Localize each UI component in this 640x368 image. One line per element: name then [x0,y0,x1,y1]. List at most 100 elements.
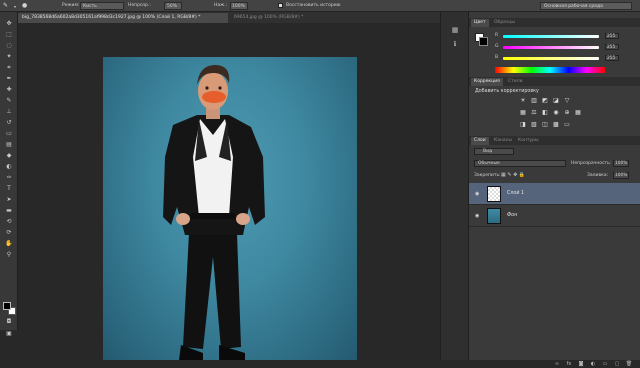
hand-tool-icon[interactable]: ✋ [4,240,14,248]
3d-camera-tool-icon[interactable]: ⟳ [4,229,14,237]
r-value[interactable]: 255 [605,33,619,39]
blend-mode-select[interactable]: Обычные [474,160,566,167]
channel-mixer-icon[interactable]: ⊕ [563,109,571,116]
black-white-icon[interactable]: ◧ [541,109,549,116]
gradient-map-icon[interactable]: ▭ [563,121,571,128]
crop-tool-icon[interactable]: ⌗ [4,64,14,72]
new-group-icon[interactable]: ▭ [601,361,609,368]
g-value[interactable]: 255 [605,44,619,50]
link-layers-icon[interactable]: ∞ [553,361,561,368]
workspace-value: Основная рабочая среда [544,4,603,9]
eye-icon[interactable]: ◉ [475,213,481,219]
healing-tool-icon[interactable]: ✚ [4,86,14,94]
history-label: Восстановить историю [286,3,341,8]
opacity-field[interactable]: 50% [164,2,182,10]
brush-preset-icon[interactable]: ● [22,2,27,9]
tab-layers[interactable]: Слои [471,137,489,145]
tab-label: Коррекция [474,79,500,84]
history-panel-icon[interactable]: ▦ [449,26,461,36]
kind-value: Вид [483,149,493,154]
history-checkbox[interactable] [278,3,283,8]
tab-document-1[interactable]: big_7838568d6a602a8d305161af998d3c1927.j… [18,13,228,23]
brush-tool-icon[interactable]: ✎ [4,97,14,105]
posterize-icon[interactable]: ▧ [530,121,538,128]
document-photo[interactable] [103,57,357,360]
blur-tool-icon[interactable]: ◆ [4,152,14,160]
exposure-icon[interactable]: ◪ [552,97,560,104]
new-adjustment-icon[interactable]: ◐ [589,361,597,368]
b-value[interactable]: 255 [605,55,619,61]
eye-icon[interactable]: ◉ [475,191,481,197]
background-color-preview[interactable] [479,37,488,46]
tab-paths[interactable]: Контуры [515,137,542,145]
opacity-label: Непрозр.: [128,3,151,8]
layer-style-icon[interactable]: fx [565,361,573,368]
new-layer-icon[interactable]: ▢ [613,361,621,368]
fill-label: Заливка: [587,173,609,178]
curves-icon[interactable]: ◩ [541,97,549,104]
layer-name: Слой 1 [507,191,525,196]
g-value-text: 255 [607,45,616,50]
type-tool-icon[interactable]: T [4,185,14,193]
r-slider[interactable] [503,35,599,38]
vibrance-icon[interactable]: ▽ [563,97,571,104]
layer-opacity-field[interactable]: 100% [613,160,629,167]
layer-kind-filter[interactable]: Вид [474,148,514,155]
tools-panel: ✥ ⬚ ◌ ✦ ⌗ ✒ ✚ ✎ ⊥ ↺ ▭ ▤ ◆ ◐ ✑ T ➤ ▬ ⟲ ⟳ … [0,12,18,337]
threshold-icon[interactable]: ◫ [541,121,549,128]
flow-field[interactable]: 100% [230,2,248,10]
foreground-color-swatch[interactable] [3,302,11,310]
eyedropper-tool-icon[interactable]: ✒ [4,75,14,83]
lasso-tool-icon[interactable]: ◌ [4,42,14,50]
clone-stamp-tool-icon[interactable]: ⊥ [4,108,14,116]
quick-mask-icon[interactable]: ◘ [4,318,14,326]
move-tool-icon[interactable]: ✥ [4,20,14,28]
lock-label: Закрепить: [474,173,501,178]
tab-label: Образцы [494,20,515,25]
3d-tool-icon[interactable]: ⟲ [4,218,14,226]
color-lookup-icon[interactable]: ▦ [574,109,582,116]
add-mask-icon[interactable]: ◙ [577,361,585,368]
info-panel-icon[interactable]: ℹ [449,40,461,50]
shape-tool-icon[interactable]: ▬ [4,207,14,215]
pen-tool-icon[interactable]: ✑ [4,174,14,182]
dodge-tool-icon[interactable]: ◐ [4,163,14,171]
layer-row-1[interactable]: ◉ Слой 1 [469,183,640,205]
eraser-tool-icon[interactable]: ▭ [4,130,14,138]
workspace-select[interactable]: Основная рабочая среда [540,2,632,10]
tab-label: Цвет [474,20,486,25]
b-slider[interactable] [503,57,599,60]
marquee-tool-icon[interactable]: ⬚ [4,31,14,39]
selective-color-icon[interactable]: ▩ [552,121,560,128]
history-brush-tool-icon[interactable]: ↺ [4,119,14,127]
options-bar: ✎ ▾ ● Режим: Кисть Непрозр.: 50% Наж.: 1… [0,0,640,12]
path-selection-tool-icon[interactable]: ➤ [4,196,14,204]
screen-mode-icon[interactable]: ▣ [4,330,14,338]
layer-thumbnail [487,186,501,202]
tab-styles[interactable]: Стили [505,78,526,86]
lock-pixels-icon[interactable]: ▦ ✎ ✥ 🔒 [501,172,525,178]
tab-document-2[interactable]: 69654.jpg @ 100% (RGB/8#) * [230,13,340,23]
fill-field[interactable]: 100% [613,172,629,179]
levels-icon[interactable]: ▥ [530,97,538,104]
gradient-tool-icon[interactable]: ▤ [4,141,14,149]
tab-color[interactable]: Цвет [471,19,489,27]
invert-icon[interactable]: ◨ [519,121,527,128]
tab-swatches[interactable]: Образцы [491,19,518,27]
color-spectrum[interactable] [495,67,605,73]
magic-wand-tool-icon[interactable]: ✦ [4,53,14,61]
tab-corrections[interactable]: Коррекция [471,78,503,86]
layer-row-2[interactable]: ◉ Фон [469,205,640,227]
opacity-value: 50% [167,4,178,9]
color-balance-icon[interactable]: ⚖ [530,109,538,116]
brightness-icon[interactable]: ☀ [519,97,527,104]
g-slider[interactable] [503,46,599,49]
zoom-tool-icon[interactable]: ⚲ [4,251,14,259]
brush-tool-icon[interactable]: ✎ [3,2,8,9]
mode-select[interactable]: Кисть [80,2,124,10]
hue-saturation-icon[interactable]: ▦ [519,109,527,116]
tab-channels[interactable]: Каналы [491,137,515,145]
photo-filter-icon[interactable]: ◉ [552,109,560,116]
trash-icon[interactable]: 🗑 [625,361,633,368]
chevron-down-icon[interactable]: ▾ [14,4,16,9]
